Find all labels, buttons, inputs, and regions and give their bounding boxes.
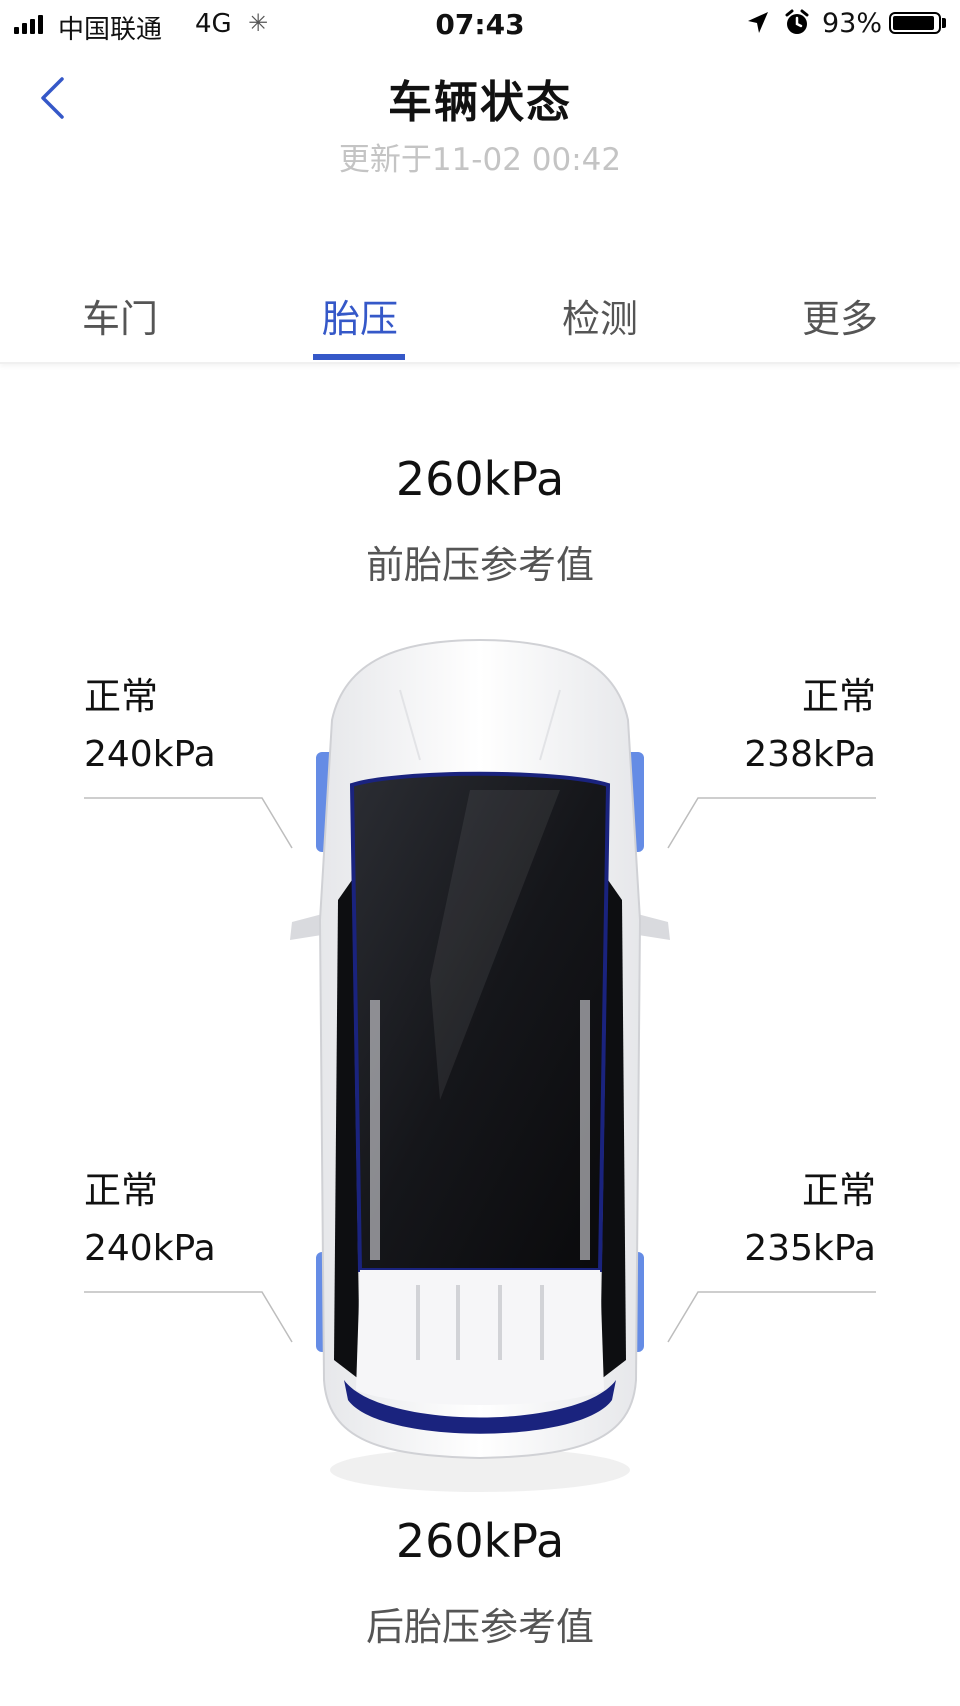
rear-right-status: 正常 [802,1169,876,1212]
rear-reference-value: 260kPa [395,1514,565,1568]
front-left-status: 正常 [84,675,158,718]
front-right-status: 正常 [802,675,876,718]
rear-left-status: 正常 [84,1169,158,1212]
front-left-pressure: 240kPa [84,734,216,775]
rear-left-pressure: 240kPa [84,1228,216,1269]
rear-reference-label: 后胎压参考值 [365,1605,594,1649]
rear-right-pressure: 235kPa [744,1228,876,1269]
car-top-view-illustration [84,638,876,1492]
front-right-pressure: 238kPa [744,734,876,775]
